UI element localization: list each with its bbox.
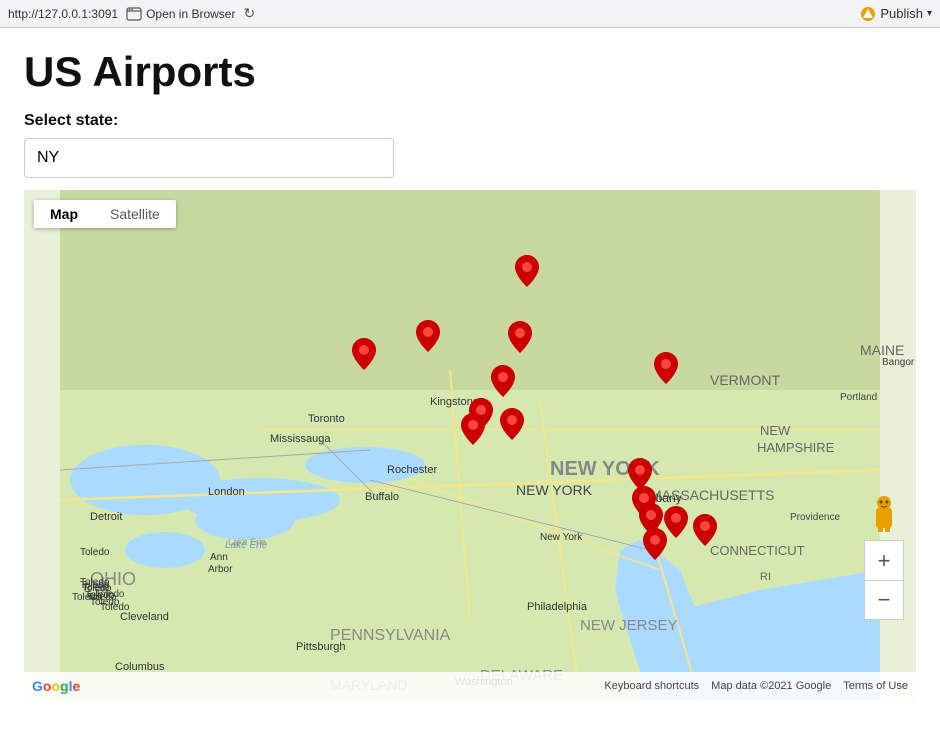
map-footer: Google Keyboard shortcuts Map data ©2021…	[24, 672, 916, 700]
map-satellite-toggle: Map Satellite	[34, 200, 176, 228]
map-marker-5[interactable]	[491, 365, 515, 397]
map-marker-4[interactable]	[508, 321, 532, 353]
street-view-pegman[interactable]	[864, 492, 904, 532]
map-toggle-button[interactable]: Map	[34, 200, 94, 228]
pegman-icon	[868, 492, 900, 532]
svg-text:Toledo: Toledo	[85, 590, 115, 601]
svg-text:MAINE: MAINE	[860, 342, 904, 358]
map-container: VERMONT NEW HAMPSHIRE MASSACHUSETTS CONN…	[24, 190, 916, 700]
svg-text:Toledo: Toledo	[80, 547, 110, 558]
svg-text:Ann: Ann	[210, 552, 228, 563]
svg-text:CONNECTICUT: CONNECTICUT	[710, 543, 805, 558]
open-in-browser-label: Open in Browser	[146, 7, 235, 21]
svg-text:Portland: Portland	[840, 392, 877, 403]
svg-text:Arbor: Arbor	[208, 564, 233, 575]
page-content: US Airports Select state:	[0, 28, 940, 700]
map-marker-2[interactable]	[352, 338, 376, 370]
svg-text:Cleveland: Cleveland	[120, 611, 169, 623]
terms-of-use-link[interactable]: Terms of Use	[843, 680, 908, 692]
browser-icon	[126, 6, 142, 22]
publish-chevron-icon: ▾	[927, 8, 932, 19]
svg-text:Lake Erie: Lake Erie	[225, 540, 268, 551]
publish-label: Publish	[880, 6, 923, 21]
svg-text:VERMONT: VERMONT	[710, 372, 780, 388]
svg-text:Toronto: Toronto	[308, 413, 345, 425]
svg-text:Mississauga: Mississauga	[270, 433, 331, 445]
svg-text:RI: RI	[760, 571, 771, 583]
svg-text:Philadelphia: Philadelphia	[527, 601, 588, 613]
svg-text:Bangor: Bangor	[882, 357, 915, 368]
open-in-browser-button[interactable]: Open in Browser	[126, 6, 235, 22]
svg-text:New York: New York	[540, 532, 583, 543]
select-state-label: Select state:	[24, 112, 916, 130]
svg-text:HAMPSHIRE: HAMPSHIRE	[757, 440, 835, 455]
map-marker-15[interactable]	[643, 528, 667, 560]
map-marker-1[interactable]	[515, 255, 539, 287]
svg-text:NEW YORK: NEW YORK	[516, 482, 593, 498]
map-marker-8[interactable]	[461, 413, 485, 445]
map-data-label: Map data ©2021 Google	[711, 680, 831, 692]
svg-text:Providence: Providence	[790, 512, 840, 523]
satellite-toggle-button[interactable]: Satellite	[94, 200, 176, 228]
keyboard-shortcuts-link[interactable]: Keyboard shortcuts	[604, 680, 699, 692]
map-marker-9[interactable]	[654, 352, 678, 384]
svg-text:Rochester: Rochester	[387, 464, 437, 476]
map-marker-3[interactable]	[416, 320, 440, 352]
svg-text:Buffalo: Buffalo	[365, 491, 399, 503]
refresh-button[interactable]: ↻	[243, 5, 255, 22]
page-title: US Airports	[24, 48, 916, 96]
browser-bar: http://127.0.0.1:3091 Open in Browser ↻ …	[0, 0, 940, 28]
svg-text:NEW: NEW	[760, 423, 791, 438]
map-marker-14[interactable]	[693, 514, 717, 546]
map-marker-7[interactable]	[500, 408, 524, 440]
state-input[interactable]	[24, 138, 394, 178]
zoom-in-button[interactable]: +	[864, 540, 904, 580]
svg-text:Detroit: Detroit	[90, 511, 122, 523]
browser-url-area: http://127.0.0.1:3091 Open in Browser ↻	[8, 5, 860, 22]
url-text: http://127.0.0.1:3091	[8, 7, 118, 21]
google-logo: Google	[32, 678, 80, 694]
svg-text:PENNSYLVANIA: PENNSYLVANIA	[330, 627, 451, 644]
svg-text:Pittsburgh: Pittsburgh	[296, 641, 346, 653]
publish-icon	[860, 6, 876, 22]
map-marker-13[interactable]	[664, 506, 688, 538]
zoom-out-button[interactable]: −	[864, 580, 904, 620]
svg-text:NEW JERSEY: NEW JERSEY	[580, 617, 678, 634]
publish-button[interactable]: Publish ▾	[860, 6, 932, 22]
svg-text:London: London	[208, 486, 245, 498]
map-zoom-controls: + −	[864, 540, 904, 620]
